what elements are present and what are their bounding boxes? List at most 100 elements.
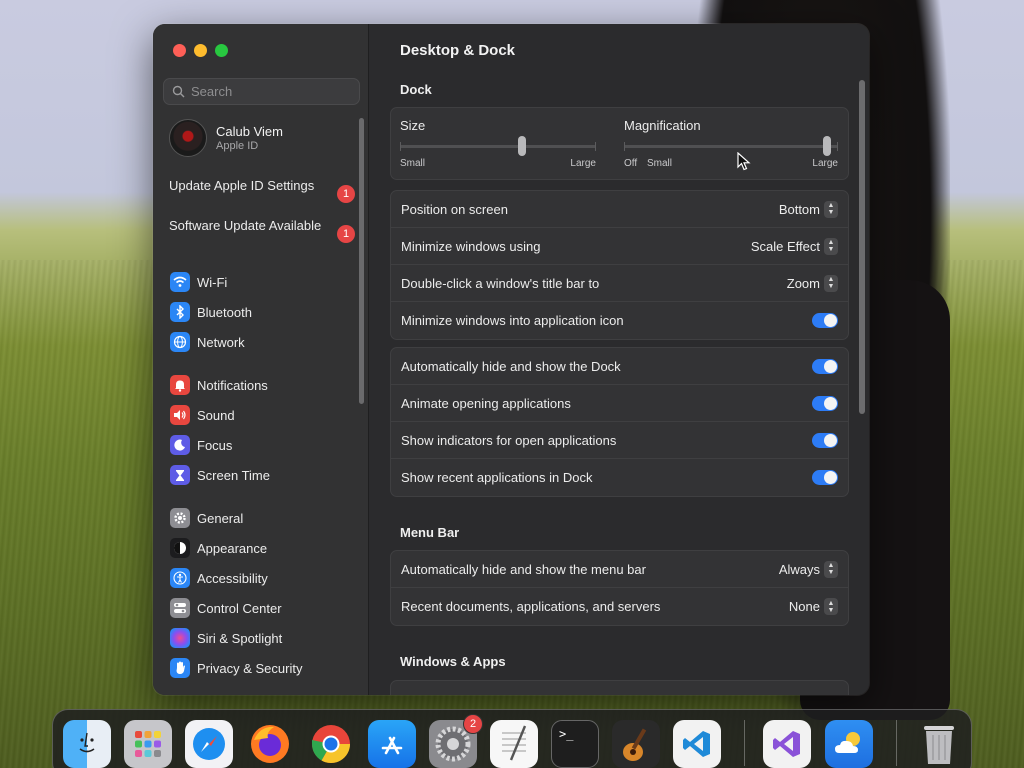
- search-placeholder: Search: [191, 84, 233, 99]
- sidebar-item-network[interactable]: Network: [170, 331, 245, 353]
- gear-icon: [170, 508, 190, 528]
- garageband-icon[interactable]: [612, 720, 660, 768]
- bell-icon: [170, 375, 190, 395]
- search-input[interactable]: Search: [163, 78, 360, 105]
- row-label: Double-click a window's title bar to: [401, 275, 600, 291]
- sidebar-item-label: Sound: [197, 407, 235, 423]
- row-label: Minimize windows using: [401, 238, 541, 254]
- row-label: Minimize windows into application icon: [401, 313, 624, 328]
- minimize-into-icon-toggle[interactable]: [812, 313, 838, 328]
- zoom-button[interactable]: [215, 44, 228, 57]
- size-max-label: Large: [570, 158, 596, 169]
- safari-icon[interactable]: [185, 720, 233, 768]
- chevron-updown-icon: ▲ ▼: [824, 237, 838, 255]
- recent-documents-popup[interactable]: None ▲ ▼: [789, 598, 838, 615]
- chevron-updown-icon: ▲ ▼: [824, 598, 838, 615]
- app-store-icon[interactable]: [368, 720, 416, 768]
- hourglass-icon: [170, 465, 190, 485]
- sidebar-scrollbar[interactable]: [359, 118, 364, 404]
- vscode-icon[interactable]: [673, 720, 721, 768]
- auto-hide-menu-bar-row: Automatically hide and show the menu bar…: [391, 551, 848, 588]
- sidebar-item-wifi[interactable]: Wi-Fi: [170, 271, 227, 293]
- content-scrollbar[interactable]: [859, 80, 865, 414]
- sidebar-item-notifications[interactable]: Notifications: [170, 374, 268, 396]
- dock-separator: [896, 720, 897, 766]
- textedit-icon[interactable]: [490, 720, 538, 768]
- speaker-icon: [170, 405, 190, 425]
- row-label: Automatically hide and show the menu bar: [401, 561, 646, 577]
- sidebar-item-privacy-security[interactable]: Privacy & Security: [170, 657, 302, 679]
- settings-window: Search Calub Viem Apple ID Update Apple …: [153, 24, 869, 695]
- sidebar-item-label: General: [197, 510, 244, 526]
- sidebar-item-sound[interactable]: Sound: [170, 404, 235, 426]
- sidebar-item-general[interactable]: General: [170, 507, 243, 529]
- finder-icon[interactable]: [63, 720, 111, 768]
- update-apple-id-notice[interactable]: Update Apple ID Settings 1: [169, 178, 355, 203]
- magnification-off-label: Off: [624, 158, 638, 169]
- sidebar-item-siri-spotlight[interactable]: Siri & Spotlight: [170, 627, 282, 649]
- terminal-icon[interactable]: >_: [551, 720, 599, 768]
- magnification-slider[interactable]: Magnification Off Small Large: [624, 118, 838, 169]
- notice-badge: 1: [337, 225, 355, 243]
- menu-bar-hide-popup[interactable]: Always ▲ ▼: [779, 560, 838, 578]
- software-update-notice[interactable]: Software Update Available 1: [169, 218, 355, 243]
- row-label: Animate opening applications: [401, 395, 571, 411]
- popup-value: Bottom: [778, 201, 820, 217]
- accessibility-icon: [170, 568, 190, 588]
- close-button[interactable]: [173, 44, 186, 57]
- double-click-popup[interactable]: Zoom ▲ ▼: [787, 274, 838, 292]
- page-title: Desktop & Dock: [400, 42, 516, 59]
- section-title-windows-apps: Windows & Apps: [400, 654, 506, 669]
- size-ticks: [400, 142, 596, 151]
- magnification-label: Magnification: [624, 118, 701, 133]
- bluetooth-icon: [170, 302, 190, 322]
- trash-icon[interactable]: [915, 720, 963, 768]
- minimize-button[interactable]: [194, 44, 207, 57]
- dock-options-group: Automatically hide and show the Dock Ani…: [390, 347, 849, 497]
- animate-opening-toggle[interactable]: [812, 395, 838, 411]
- row-label: Position on screen: [401, 201, 508, 217]
- notice-badge: 1: [337, 185, 355, 203]
- window-controls: [173, 44, 228, 57]
- avatar: [169, 119, 207, 157]
- visual-studio-icon[interactable]: [763, 720, 811, 768]
- sidebar-item-label: Screen Time: [197, 467, 270, 483]
- row-label: Recent documents, applications, and serv…: [401, 599, 661, 614]
- auto-hide-dock-toggle[interactable]: [812, 358, 838, 374]
- minimize-effect-popup[interactable]: Scale Effect ▲ ▼: [750, 237, 838, 255]
- sidebar-item-label: Siri & Spotlight: [197, 630, 283, 646]
- menu-bar-group: Automatically hide and show the menu bar…: [390, 550, 849, 626]
- apple-id-account[interactable]: Calub Viem Apple ID: [169, 119, 283, 157]
- sidebar-item-screen-time[interactable]: Screen Time: [170, 464, 270, 486]
- show-recent-apps-toggle[interactable]: [812, 470, 838, 485]
- show-indicators-toggle[interactable]: [812, 432, 838, 448]
- content-pane: Desktop & Dock Dock Size Small Large Mag…: [370, 24, 869, 695]
- minimize-using-row: Minimize windows using Scale Effect ▲ ▼: [391, 228, 848, 265]
- position-popup[interactable]: Bottom ▲ ▼: [778, 200, 838, 218]
- sidebar-item-accessibility[interactable]: Accessibility: [170, 567, 268, 589]
- popup-value: None: [788, 599, 820, 614]
- size-knob[interactable]: [517, 136, 526, 156]
- magnification-knob[interactable]: [823, 136, 832, 156]
- launchpad-icon[interactable]: [124, 720, 172, 768]
- chevron-updown-icon: ▲ ▼: [824, 200, 838, 218]
- account-subtitle: Apple ID: [216, 140, 259, 152]
- sidebar-item-appearance[interactable]: Appearance: [170, 537, 267, 559]
- sidebar-item-label: Accessibility: [197, 570, 268, 586]
- sidebar-item-bluetooth[interactable]: Bluetooth: [170, 301, 252, 323]
- sidebar-item-label: Appearance: [197, 540, 268, 556]
- chrome-icon[interactable]: [307, 720, 355, 768]
- notice-label: Software Update Available: [169, 218, 322, 233]
- sidebar: Search Calub Viem Apple ID Update Apple …: [153, 24, 369, 695]
- popup-value: Scale Effect: [750, 238, 820, 254]
- size-slider[interactable]: Size Small Large: [400, 118, 596, 169]
- sidebar-item-label: Notifications: [197, 377, 268, 393]
- recent-documents-row: Recent documents, applications, and serv…: [391, 588, 848, 625]
- sidebar-item-focus[interactable]: Focus: [170, 434, 232, 456]
- weather-icon[interactable]: [825, 720, 873, 768]
- sidebar-item-control-center[interactable]: Control Center: [170, 597, 282, 619]
- sidebar-item-label: Control Center: [197, 600, 282, 616]
- auto-hide-dock-row: Automatically hide and show the Dock: [391, 348, 848, 385]
- magnification-ticks: [624, 142, 838, 151]
- firefox-icon[interactable]: [246, 720, 294, 768]
